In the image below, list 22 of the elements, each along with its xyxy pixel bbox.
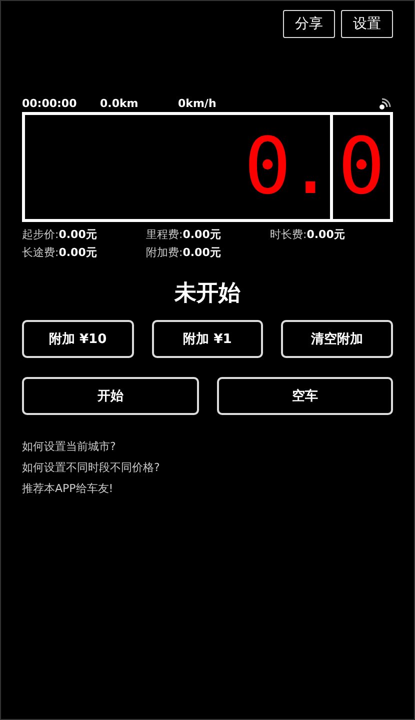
help-link[interactable]: 如何设置当前城市? — [22, 439, 393, 454]
speed-reading: 0km/h — [178, 97, 216, 110]
fee-item: 长途费:0.00元 — [22, 245, 98, 260]
fee-item: 时长费:0.00元 — [270, 227, 346, 242]
surcharge-button[interactable]: 附加 ¥1 — [152, 320, 264, 358]
distance-reading: 0.0km — [100, 97, 140, 110]
fare-decimal: 0 — [338, 128, 385, 206]
fee-item: 里程费:0.00元 — [146, 227, 222, 242]
meter-button[interactable]: 开始 — [22, 377, 198, 415]
fee-item: 起步价:0.00元 — [22, 227, 98, 242]
top-button[interactable]: 设置 — [341, 10, 393, 38]
elapsed-time: 00:00:00 — [22, 97, 78, 110]
surcharge-button[interactable]: 清空附加 — [281, 320, 393, 358]
trip-status: 未开始 — [173, 280, 242, 308]
meter-button[interactable]: 空车 — [216, 377, 393, 415]
top-button[interactable]: 分享 — [283, 10, 335, 38]
fare-integer: 0. — [244, 128, 330, 206]
help-link[interactable]: 如何设置不同时段不同价格? — [22, 460, 393, 475]
help-link[interactable]: 推荐本APP给车友! — [22, 481, 393, 496]
surcharge-button[interactable]: 附加 ¥10 — [22, 320, 134, 358]
fee-item: 附加费:0.00元 — [146, 245, 222, 260]
signal-icon — [379, 98, 393, 110]
